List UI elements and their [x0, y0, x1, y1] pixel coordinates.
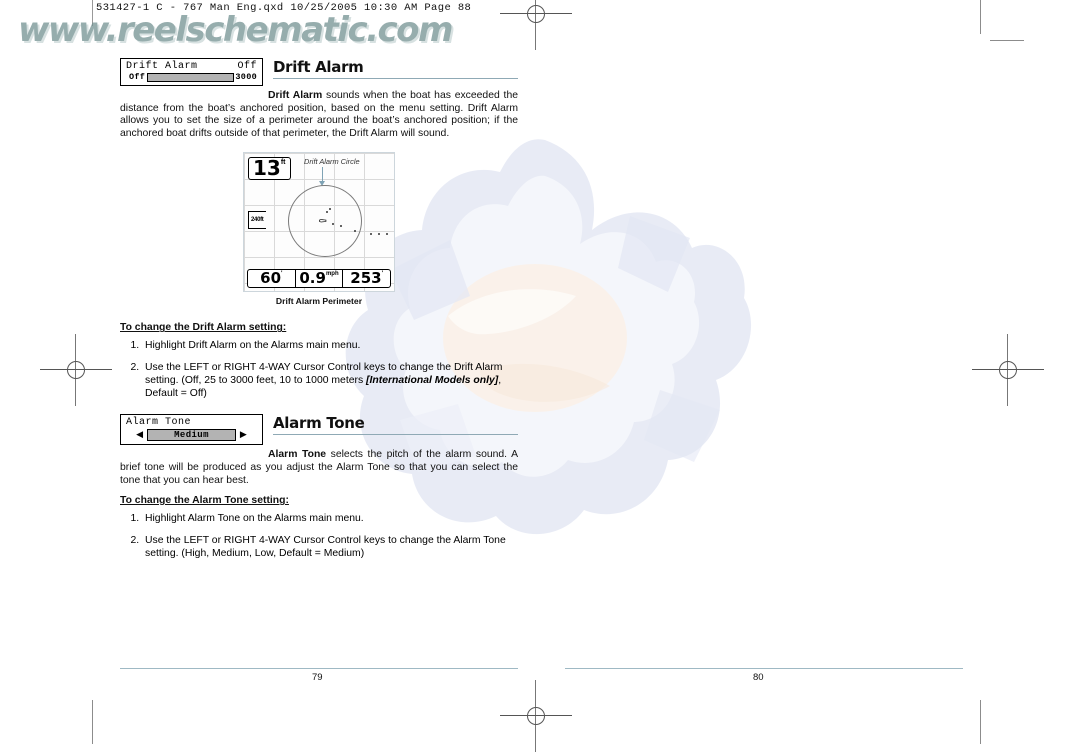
gps-screenshot: 13 ft Drift Alarm Circle ⚰ 240ft 60 ' 0.…: [243, 152, 395, 293]
right-page-number: 80: [753, 672, 764, 683]
alarm-tone-steps-list: Highlight Alarm Tone on the Alarms main …: [120, 512, 518, 560]
boat-icon: ⚰: [318, 216, 328, 229]
alarm-tone-selector[interactable]: ◀ Medium ▶: [123, 428, 260, 442]
gps-readout-1-unit: ': [281, 271, 283, 278]
left-page: Drift Alarm Off Off 3000 Drift Alarm Dri…: [0, 0, 540, 744]
drift-alarm-figure-caption: Drift Alarm Perimeter: [275, 296, 363, 307]
alarm-tone-heading: Alarm Tone: [273, 414, 365, 433]
right-footer-rule: [565, 668, 963, 670]
drift-alarm-steps-subhead: To change the Drift Alarm setting:: [120, 322, 287, 334]
drift-alarm-widget-row: Drift Alarm Off: [123, 60, 260, 72]
gps-depth-unit: ft: [280, 159, 286, 167]
alarm-tone-paragraph: Alarm Tone selects the pitch of the alar…: [120, 449, 518, 487]
drift-alarm-slider-bar[interactable]: [147, 72, 235, 82]
alarm-tone-heading-rule: [273, 434, 518, 436]
alarm-tone-widget-title: Alarm Tone: [126, 417, 192, 429]
drift-alarm-lead-bold: Drift Alarm: [268, 90, 323, 101]
gps-readout-1-value: 60: [260, 269, 282, 288]
list-item: Highlight Drift Alarm on the Alarms main…: [142, 339, 518, 352]
drift-alarm-heading: Drift Alarm: [273, 58, 364, 76]
drift-alarm-steps-list: Highlight Drift Alarm on the Alarms main…: [120, 339, 518, 400]
gps-scale-marker: 240ft: [248, 211, 266, 230]
gps-readout-2: 0.9 mph: [296, 269, 344, 288]
gps-bottom-readouts: 60 ' 0.9 mph 253 ': [247, 269, 391, 289]
alarm-tone-widget[interactable]: Alarm Tone ◀ Medium ▶: [120, 414, 263, 446]
drift-alarm-step2-em: [International Models only]: [366, 375, 499, 387]
chevron-left-icon[interactable]: ◀: [136, 430, 143, 440]
list-item: Use the LEFT or RIGHT 4-WAY Cursor Contr…: [142, 361, 518, 400]
list-item: Use the LEFT or RIGHT 4-WAY Cursor Contr…: [142, 534, 518, 560]
gps-readout-1: 60 ': [248, 269, 296, 288]
drift-alarm-figure: 13 ft Drift Alarm Circle ⚰ 240ft 60 ' 0.…: [243, 152, 395, 306]
alarm-tone-lead-bold: Alarm Tone: [268, 449, 327, 461]
left-footer-rule: [120, 668, 518, 670]
drift-alarm-slider-min: Off: [129, 72, 146, 82]
list-item: Highlight Alarm Tone on the Alarms main …: [142, 512, 518, 525]
gps-readout-2-value: 0.9: [299, 269, 326, 288]
gps-readout-3: 253 ': [343, 270, 390, 287]
right-page: ▴ ▼ ☀ □ Setup ▬ ✦ Units - DepthFeetUnits…: [540, 0, 1080, 744]
chevron-right-icon[interactable]: ▶: [240, 430, 247, 440]
gps-readout-3-unit: ': [381, 271, 384, 278]
gps-callout-label: Drift Alarm Circle: [304, 157, 360, 167]
left-page-column: Drift Alarm Off Off 3000 Drift Alarm Dri…: [120, 58, 518, 569]
drift-alarm-heading-rule: [273, 78, 518, 79]
drift-alarm-widget[interactable]: Drift Alarm Off Off 3000: [120, 58, 263, 86]
drift-alarm-widget-title: Drift Alarm: [126, 61, 198, 72]
gps-depth-readout: 13 ft: [248, 156, 291, 181]
gps-scale-label: 240ft: [251, 217, 264, 224]
gps-readout-3-value: 253: [350, 269, 382, 288]
drift-alarm-paragraph: Drift Alarm sounds when the boat has exc…: [120, 90, 518, 140]
gps-callout-arrow-icon: [319, 167, 325, 187]
drift-alarm-slider[interactable]: Off 3000: [123, 72, 260, 83]
left-page-number: 79: [312, 672, 323, 683]
gps-depth-value: 13: [253, 156, 281, 181]
drift-alarm-widget-value: Off: [237, 61, 257, 72]
alarm-tone-widget-row: Alarm Tone: [123, 416, 260, 428]
gps-readout-2-unit: mph: [325, 271, 339, 278]
drift-alarm-slider-max: 3000: [235, 72, 257, 82]
alarm-tone-value: Medium: [147, 429, 236, 442]
alarm-tone-steps-subhead: To change the Alarm Tone setting:: [120, 495, 289, 507]
